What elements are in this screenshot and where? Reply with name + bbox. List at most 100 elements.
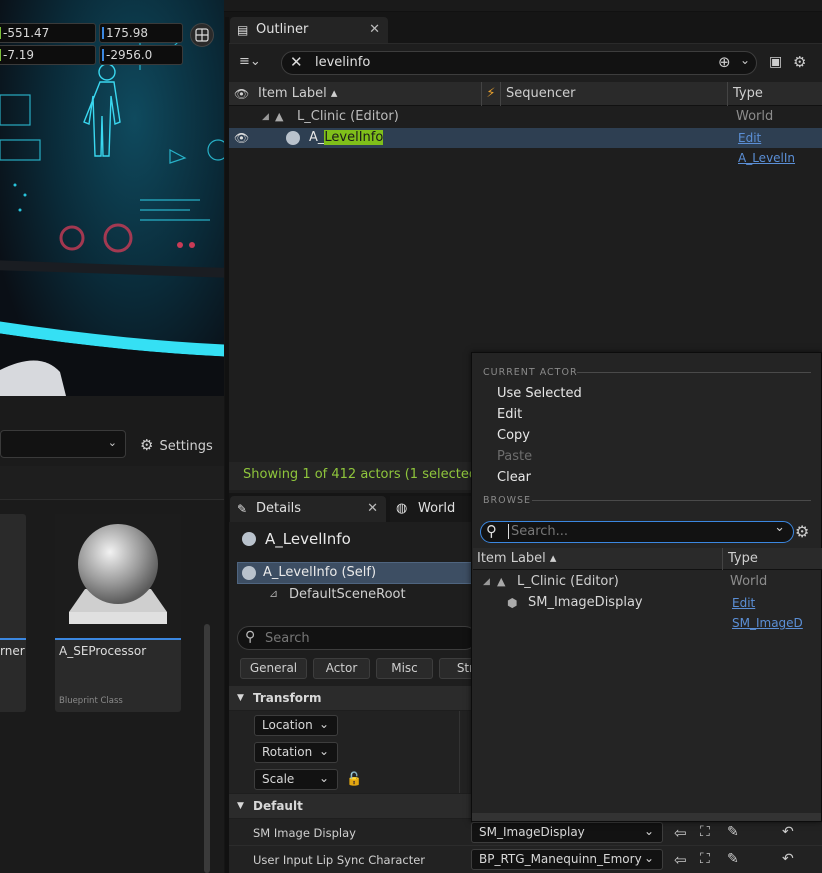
tab-label: Details <box>256 501 302 516</box>
text-cursor <box>508 524 509 539</box>
col-item-label[interactable]: Item Label ▴ <box>258 82 337 106</box>
component-label: A_LevelInfo (Self) <box>263 565 377 580</box>
tab-outliner[interactable]: ▤ Outliner ✕ <box>230 17 388 43</box>
coord-x1[interactable]: -551.47 <box>0 23 96 43</box>
gear-icon[interactable]: ⚙ <box>795 522 809 541</box>
search-placeholder[interactable]: Search... <box>511 524 568 539</box>
gear-icon[interactable]: ⚙ <box>793 53 806 71</box>
details-search[interactable]: ⚲ Search <box>237 626 477 650</box>
eye-icon[interactable]: 👁 <box>234 82 249 106</box>
location-dropdown[interactable]: Location ⌄ <box>254 715 338 736</box>
collapse-arrow-icon: ▼ <box>237 693 244 703</box>
filter-misc[interactable]: Misc <box>376 658 433 679</box>
reset-icon[interactable]: ↶ <box>782 851 794 867</box>
filter-icon[interactable]: ≡⌄ <box>239 54 261 69</box>
pencil-icon: ✎ <box>237 502 248 516</box>
asset-tile[interactable]: rner <box>0 514 26 712</box>
use-selected-icon[interactable]: ⇦ <box>674 851 687 869</box>
coord-y2[interactable]: -2956.0 <box>99 45 183 65</box>
picker-icon[interactable]: ✎ <box>727 824 739 840</box>
close-icon[interactable]: ✕ <box>367 496 378 522</box>
label-match-highlight: LevelInfo <box>324 130 384 145</box>
pin-icon[interactable]: ⚡ <box>481 82 501 106</box>
reset-icon[interactable]: ↶ <box>782 824 794 840</box>
lip-sync-character-picker[interactable]: BP_RTG_Manequinn_Emory ⌄ <box>471 849 663 870</box>
column-divider <box>459 711 460 793</box>
actor-icon <box>286 131 300 145</box>
outliner-row-selected[interactable]: 👁 A_LevelInfo Edit A_LevelIn <box>229 128 822 165</box>
lock-icon[interactable]: 🔓 <box>346 772 362 787</box>
chevron-down-icon[interactable]: ⌄ <box>774 520 785 535</box>
col-item-label-text: Item Label <box>258 86 327 101</box>
expand-arrow-icon[interactable]: ◢ <box>262 107 269 127</box>
menu-item-edit[interactable]: Edit <box>497 407 522 422</box>
section-title: Transform <box>253 691 322 705</box>
scene-root-icon: ⊿ <box>269 587 279 600</box>
edit-link[interactable]: Edit A_LevelIn <box>738 128 822 168</box>
menu-resize-grip[interactable] <box>472 813 821 821</box>
use-selected-icon[interactable]: ⇦ <box>674 824 687 842</box>
outliner-search[interactable]: ✕ levelinfo ⊕ ⌄ <box>281 51 757 75</box>
asset-type: Blueprint Class <box>59 696 123 706</box>
outliner-row-world[interactable]: ◢ ▲ L_Clinic (Editor) World <box>229 107 822 127</box>
menu-item-use-selected[interactable]: Use Selected <box>497 386 582 401</box>
filter-actor[interactable]: Actor <box>313 658 370 679</box>
browse-icon[interactable]: ⛶ <box>700 851 710 867</box>
picker-search[interactable]: ⚲ Search... ⌄ <box>480 520 794 543</box>
col-type[interactable]: Type <box>727 82 822 106</box>
col-item-label[interactable]: Item Label ▴ <box>477 548 556 570</box>
browse-icon[interactable]: ⛶ <box>700 824 710 840</box>
menu-section-header: CURRENT ACTOR <box>483 367 578 378</box>
static-mesh-icon: ⬢ <box>507 596 518 610</box>
dropdown-label: Rotation <box>262 745 313 759</box>
component-row-root[interactable]: ⊿ DefaultSceneRoot <box>237 585 477 607</box>
component-row-self[interactable]: A_LevelInfo (Self) <box>237 562 477 584</box>
menu-item-clear[interactable]: Clear <box>497 470 531 485</box>
search-input[interactable]: levelinfo <box>315 55 370 70</box>
col-type[interactable]: Type <box>722 548 822 570</box>
settings-label: Settings <box>159 439 213 454</box>
property-label: User Input Lip Sync Character <box>253 853 426 867</box>
actor-name[interactable]: A_LevelInfo <box>265 530 351 548</box>
col-sequencer[interactable]: Sequencer <box>506 82 575 106</box>
picker-icon[interactable]: ✎ <box>727 851 739 867</box>
new-folder-icon[interactable]: ▣ <box>769 54 782 70</box>
chevron-down-icon[interactable]: ⌄ <box>740 53 750 67</box>
content-scrollbar[interactable] <box>204 624 210 873</box>
menu-item-paste: Paste <box>497 449 533 464</box>
picker-row-world[interactable]: ◢ ▲ L_Clinic (Editor) World <box>473 572 822 592</box>
actor-icon <box>242 566 256 580</box>
asset-tile[interactable]: A_SEProcessor Blueprint Class <box>55 514 181 712</box>
add-filter-icon[interactable]: ⊕ <box>718 53 731 71</box>
close-icon[interactable]: ✕ <box>369 17 380 43</box>
outliner-icon: ▤ <box>237 23 249 37</box>
dropdown-label: Location <box>262 718 313 732</box>
menu-item-copy[interactable]: Copy <box>497 428 530 443</box>
scale-dropdown[interactable]: Scale ⌄ <box>254 769 338 790</box>
settings-button[interactable]: ⚙ Settings <box>140 436 213 454</box>
title-strip <box>224 0 822 12</box>
path-dropdown[interactable]: ⌄ <box>0 430 126 458</box>
grid-icon[interactable] <box>190 23 214 47</box>
gear-icon: ⚙ <box>140 436 154 454</box>
expand-arrow-icon[interactable]: ◢ <box>483 572 490 592</box>
filter-general[interactable]: General <box>240 658 307 679</box>
row-type: World <box>736 109 774 124</box>
eye-icon[interactable]: 👁 <box>234 128 249 148</box>
edit-link[interactable]: Edit SM_ImageD <box>732 593 822 633</box>
status-text: Showing 1 of 412 actors (1 selected) <box>243 467 483 482</box>
asset-name: A_SEProcessor <box>59 644 147 658</box>
clear-search-icon[interactable]: ✕ <box>290 53 303 71</box>
search-placeholder[interactable]: Search <box>265 631 310 646</box>
picker-row-mesh[interactable]: ⬢ SM_ImageDisplay Edit SM_ImageD <box>473 593 822 630</box>
coord-y1[interactable]: 175.98 <box>99 23 183 43</box>
tab-details[interactable]: ✎ Details ✕ <box>230 496 386 522</box>
tab-world-settings[interactable]: ◍ World Set <box>390 496 480 542</box>
rotation-dropdown[interactable]: Rotation ⌄ <box>254 742 338 763</box>
sm-image-display-picker[interactable]: SM_ImageDisplay ⌄ <box>471 822 663 843</box>
coord-x2[interactable]: -7.19 <box>0 45 96 65</box>
level-viewport[interactable]: -551.47 175.98 -7.19 -2956.0 <box>0 0 224 396</box>
chevron-down-icon: ⌄ <box>318 744 329 758</box>
asset-thumbnail <box>55 514 181 638</box>
world-icon: ▲ <box>497 575 506 588</box>
